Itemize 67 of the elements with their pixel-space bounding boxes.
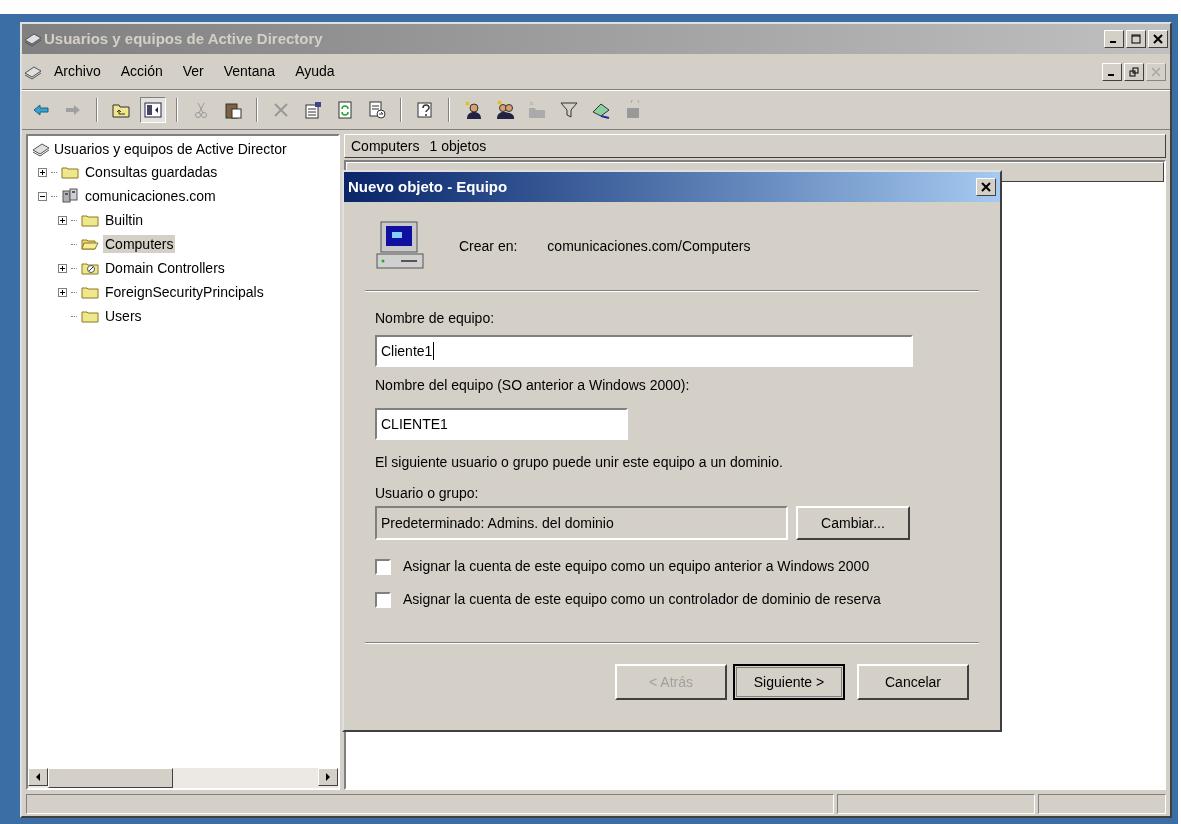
checkbox-label: Asignar la cuenta de este equipo como un controlador de dominio de reserva [403,590,881,609]
menu-item[interactable]: Acción [112,61,171,82]
tree-item[interactable]: comunicaciones.com [83,187,218,205]
tree-item[interactable]: Builtin [103,211,146,229]
horizontal-scrollbar[interactable] [28,768,338,788]
menu-item[interactable]: Ver [174,61,212,82]
expand-box[interactable] [58,287,67,297]
folder-icon [81,260,99,276]
minimize-button[interactable] [1104,30,1124,48]
object-count: 1 objetos [429,136,487,156]
checkbox[interactable] [375,591,391,608]
menu-item[interactable]: Ventana [215,61,284,82]
restore-button[interactable] [1124,62,1144,81]
expand-box[interactable] [38,167,47,177]
folder-icon [81,284,99,300]
minimize-button[interactable] [1102,62,1122,81]
container-name: Computers [351,136,420,156]
input-field[interactable]: Cliente1 [375,335,913,367]
tree-item[interactable]: Domain Controllers [103,259,227,277]
field-label: Nombre del equipo (SO anterior a Windows 2000): [375,376,691,395]
close-button[interactable] [976,178,996,196]
dialog-title: Nuevo objeto - Equipo [348,176,508,197]
maximize-icon [1131,34,1141,44]
field-label: Nombre de equipo: [375,309,496,328]
scroll-right-button[interactable] [318,768,338,786]
create-in-label: Crear en: [459,236,518,256]
expand-box[interactable] [58,263,67,273]
directory-book-icon [24,31,42,47]
open-folder-icon [81,236,99,252]
scroll-thumb[interactable] [48,768,173,788]
directory-book-icon [32,141,50,157]
scroll-left-button[interactable] [28,768,48,786]
tree-item[interactable]: Computers [103,235,176,253]
checkbox[interactable] [375,558,391,575]
menu-item[interactable]: Archivo [46,61,109,82]
create-in-path: comunicaciones.com/Computers [547,236,751,256]
field-label: Usuario o grupo: [375,484,480,503]
window-title: Usuarios y equipos de Active Directory [44,28,323,49]
collapse-box[interactable] [38,191,47,201]
panel-toggle-icon[interactable] [140,97,166,123]
minimize-icon [1107,73,1114,76]
join-note: El siguiente usuario o grupo puede unir este equipo a un dominio. [375,453,784,472]
close-icon [981,182,991,192]
computer-icon [375,220,427,272]
input-field[interactable]: CLIENTE1 [375,408,628,440]
tree-item[interactable]: ForeignSecurityPrincipals [103,283,266,301]
menu-item[interactable]: Ayuda [287,61,343,82]
restore-icon [1129,66,1139,77]
wizard-button[interactable]: Siguiente > [733,664,845,700]
tree-item[interactable]: Users [103,307,144,325]
wizard-button[interactable]: Cancelar [857,664,969,700]
readonly-field[interactable]: Predeterminado: Admins. del dominio [375,506,788,540]
folder-icon [81,308,99,324]
minimize-icon [1109,41,1116,43]
folder-icon [81,212,99,228]
checkbox-label: Asignar la cuenta de este equipo como un equipo anterior a Windows 2000 [403,557,870,576]
folder-icon [61,164,79,180]
close-button[interactable] [1148,30,1168,48]
change-button[interactable]: Cambiar... [796,506,910,540]
right-arrow-icon [325,773,331,781]
tree-item[interactable]: Consultas guardadas [83,163,220,181]
close-icon [1151,66,1161,77]
maximize-button[interactable] [1126,30,1146,48]
close-icon [1153,34,1163,44]
tree-item[interactable]: Usuarios y equipos de Active Director [54,138,287,160]
left-arrow-icon [35,773,41,781]
expand-box[interactable] [58,215,67,225]
